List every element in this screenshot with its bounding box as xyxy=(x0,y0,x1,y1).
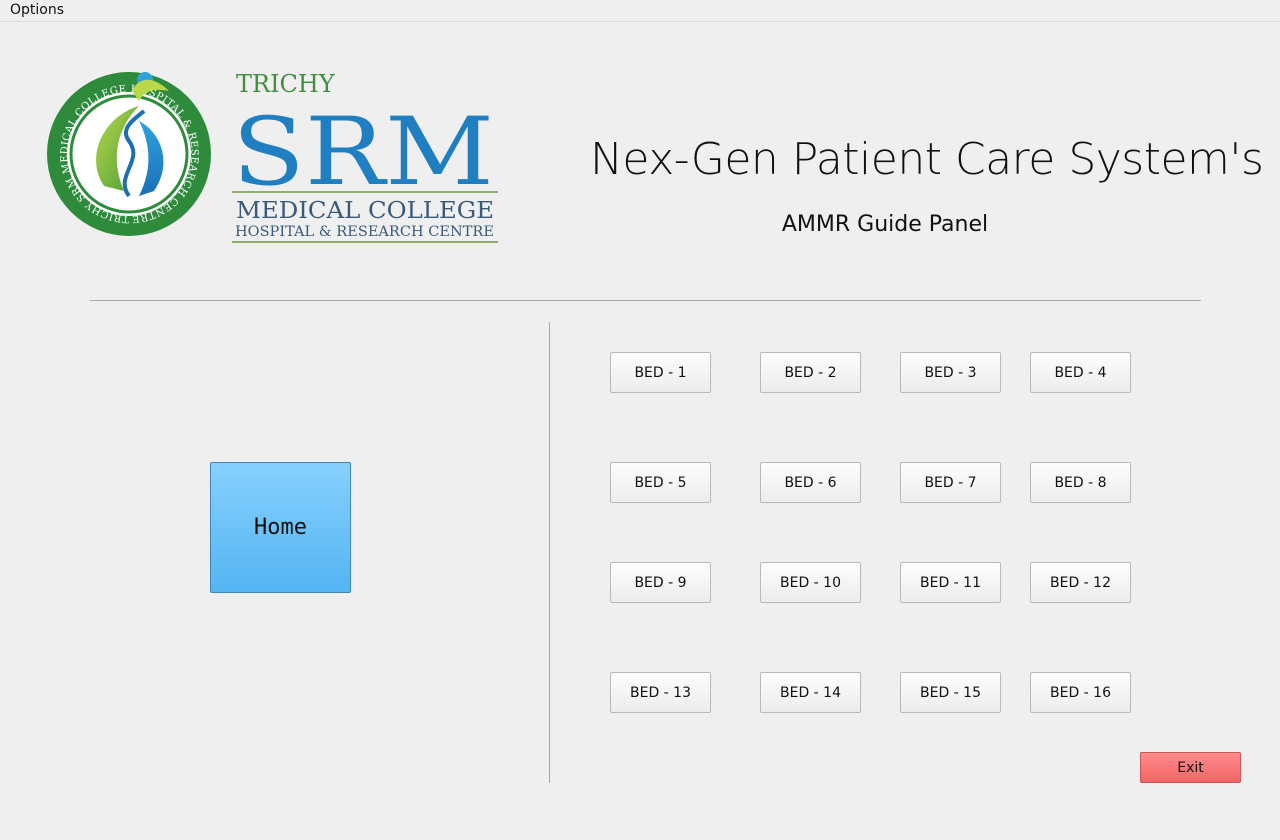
bed-button-12[interactable]: BED - 12 xyxy=(1030,562,1131,603)
logo-hospital-text: HOSPITAL & RESEARCH CENTRE xyxy=(235,224,494,240)
bed-button-15[interactable]: BED - 15 xyxy=(900,672,1001,713)
bed-button-5[interactable]: BED - 5 xyxy=(610,462,711,503)
bed-button-14[interactable]: BED - 14 xyxy=(760,672,861,713)
logo-medical-college-text: MEDICAL COLLEGE xyxy=(236,198,494,224)
menu-options[interactable]: Options xyxy=(4,0,70,21)
app-title: Nex-Gen Patient Care System's xyxy=(590,134,1264,185)
home-button[interactable]: Home xyxy=(210,462,351,593)
bed-button-9[interactable]: BED - 9 xyxy=(610,562,711,603)
app-subtitle: AMMR Guide Panel xyxy=(781,212,989,237)
horizontal-divider xyxy=(90,300,1201,301)
bed-button-1[interactable]: BED - 1 xyxy=(610,352,711,393)
logo-srm-text: SRM xyxy=(232,98,494,207)
vertical-divider xyxy=(549,322,550,783)
bed-button-11[interactable]: BED - 11 xyxy=(900,562,1001,603)
bed-button-6[interactable]: BED - 6 xyxy=(760,462,861,503)
logo-graphic: TRICHY SRM MEDICAL COLLEGE HOSPITAL & RE… xyxy=(47,70,498,243)
bed-button-2[interactable]: BED - 2 xyxy=(760,352,861,393)
bed-button-10[interactable]: BED - 10 xyxy=(760,562,861,603)
bed-button-8[interactable]: BED - 8 xyxy=(1030,462,1131,503)
bed-button-7[interactable]: BED - 7 xyxy=(900,462,1001,503)
bed-button-16[interactable]: BED - 16 xyxy=(1030,672,1131,713)
menu-bar: Options xyxy=(0,0,1280,22)
logo-trichy-text: TRICHY xyxy=(236,70,336,98)
bed-button-3[interactable]: BED - 3 xyxy=(900,352,1001,393)
hospital-logo: TRICHY SRM MEDICAL COLLEGE HOSPITAL & RE… xyxy=(44,66,504,248)
bed-button-4[interactable]: BED - 4 xyxy=(1030,352,1131,393)
exit-button[interactable]: Exit xyxy=(1140,752,1241,783)
bed-button-13[interactable]: BED - 13 xyxy=(610,672,711,713)
